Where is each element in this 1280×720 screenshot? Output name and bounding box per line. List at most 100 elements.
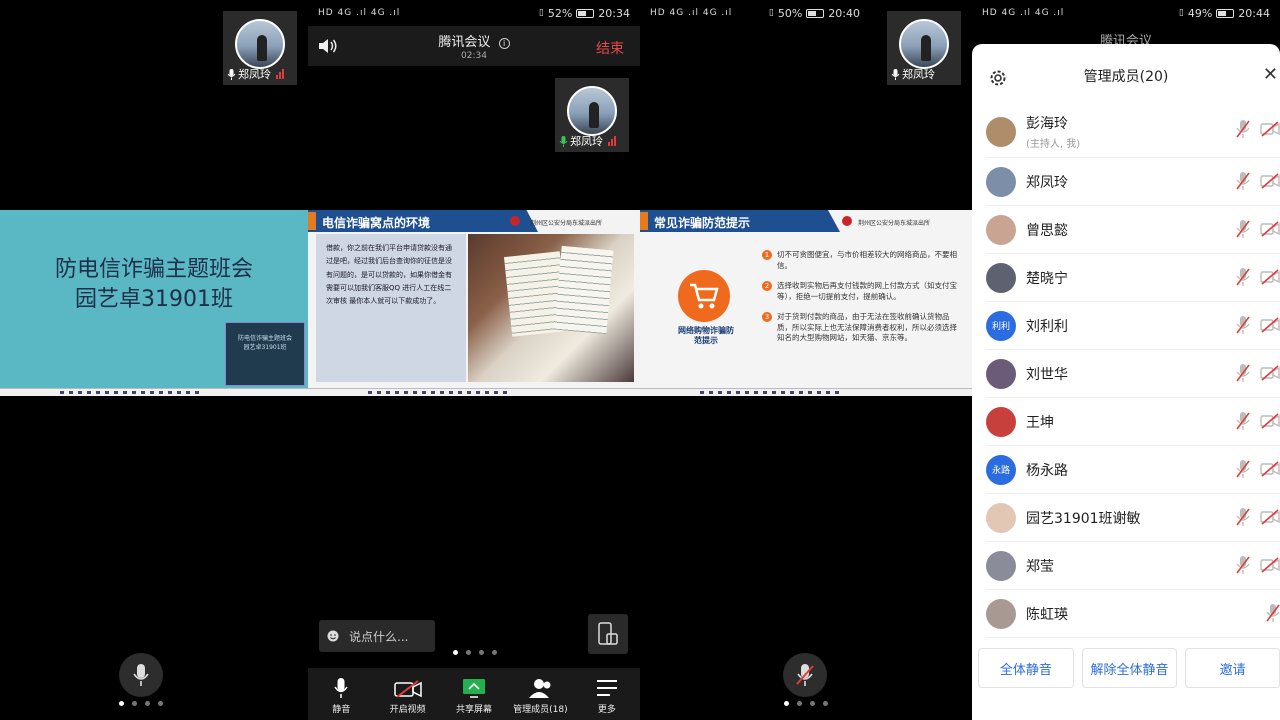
avatar [986, 214, 1016, 245]
mic-muted-icon [796, 664, 814, 686]
member-name: 王坤 [1026, 414, 1054, 431]
member-row[interactable]: 刘世华 [986, 350, 1280, 398]
signal-icon [276, 69, 284, 79]
member-video-toggle[interactable] [1260, 173, 1280, 193]
shared-screen: 电信诈骗窝点的环境 荆州区公安分局东城派出所 借款，你之前在我们平台申请贷款没有… [308, 210, 640, 396]
close-icon: ✕ [1262, 64, 1278, 85]
member-video-toggle[interactable] [1260, 461, 1280, 481]
avatar [567, 86, 617, 136]
member-mic-toggle[interactable] [1236, 316, 1250, 338]
member-video-toggle[interactable] [1260, 121, 1280, 141]
meeting-title-button[interactable]: 腾讯会议 i [308, 31, 640, 50]
member-row[interactable]: 陈虹瑛 [986, 590, 1280, 638]
member-row[interactable]: 楚晓宁 [986, 254, 1280, 302]
page-indicator [119, 701, 163, 706]
invite-button[interactable]: 邀请 [1185, 648, 1280, 688]
mic-muted-icon [1236, 316, 1250, 334]
slide-photo-text: 借款，你之前在我们平台申请贷款没有通过是吧，经过我们后台查询你的征信是没有问题的… [316, 234, 466, 382]
mic-icon [133, 664, 149, 686]
video-thumbnail[interactable]: 郑凤玲 [223, 11, 297, 85]
video-off-icon [1260, 413, 1280, 429]
member-name: 刘利利 [1026, 318, 1068, 335]
member-video-toggle[interactable] [1260, 269, 1280, 289]
toolbar-video-button[interactable]: 开启视频 [374, 668, 440, 720]
video-thumbnail[interactable]: 郑凤玲 [555, 78, 629, 152]
member-mic-toggle[interactable] [1266, 604, 1280, 626]
member-video-toggle[interactable] [1260, 365, 1280, 385]
member-name: 曾思懿 [1026, 222, 1068, 239]
info-icon: i [498, 38, 510, 49]
member-row[interactable]: 彭海玲 (主持人, 我) [986, 106, 1280, 158]
member-mic-toggle[interactable] [1236, 120, 1250, 142]
member-name: 彭海玲 [1026, 116, 1068, 132]
member-row[interactable]: 曾思懿 [986, 206, 1280, 254]
mute-all-button[interactable]: 全体静音 [978, 648, 1074, 688]
page-indicator [784, 701, 828, 706]
member-row[interactable]: 王坤 [986, 398, 1280, 446]
toolbar-more-button[interactable]: 更多 [574, 668, 640, 720]
member-mic-toggle[interactable] [1236, 412, 1250, 434]
members-icon [529, 679, 551, 698]
video-off-icon [1260, 365, 1280, 381]
member-name: 园艺31901班谢敏 [1026, 510, 1141, 527]
meeting-timer: 02:34 [461, 51, 487, 61]
toolbar-members-button[interactable]: 管理成员(18) [507, 668, 573, 720]
member-name: 楚晓宁 [1026, 270, 1068, 287]
presenter-preview: 防电信诈骗主题班会 园艺卓31901班 [225, 322, 305, 386]
member-mic-toggle[interactable] [1236, 364, 1250, 386]
member-video-toggle[interactable] [1260, 413, 1280, 433]
member-video-toggle[interactable] [1260, 317, 1280, 337]
chat-input[interactable]: 说点什么... [319, 620, 435, 652]
avatar [986, 166, 1016, 197]
unmute-all-button[interactable]: 解除全体静音 [1081, 648, 1178, 688]
clock: 20:34 [598, 6, 630, 20]
video-off-icon [1260, 221, 1280, 237]
police-badge-icon [510, 216, 520, 226]
video-off-icon [1260, 461, 1280, 477]
member-mic-toggle[interactable] [1236, 220, 1250, 242]
member-actions: 全体静音 解除全体静音 邀请 [978, 648, 1280, 688]
member-mic-toggle[interactable] [1236, 508, 1250, 530]
clock: 20:44 [1238, 6, 1270, 20]
member-row[interactable]: 郑莹 [986, 542, 1280, 590]
member-mic-toggle[interactable] [1236, 460, 1250, 482]
mic-muted-icon [1236, 508, 1250, 526]
member-management-drawer: 管理成员(20) ✕ 彭海玲 (主持人, 我) 郑凤玲 曾思懿 楚晓宁 利利 刘利利 刘世华王… [972, 44, 1280, 720]
toolbar-share-button[interactable]: 共享屏幕 [441, 668, 507, 720]
chat-placeholder: 说点什么... [349, 629, 409, 644]
mic-icon [334, 678, 348, 698]
close-button[interactable]: ✕ [1263, 64, 1278, 85]
end-meeting-button[interactable]: 结束 [596, 38, 624, 58]
taskbar [308, 388, 640, 396]
mic-muted-icon [1236, 268, 1250, 286]
taskbar [640, 388, 972, 396]
video-off-icon [1260, 317, 1280, 333]
tip-item: 1 切不可贪图便宜，与市价相差较大的网络商品，不要相信。 [762, 250, 962, 271]
member-video-toggle[interactable] [1260, 509, 1280, 529]
avatar [986, 262, 1016, 293]
mic-muted-icon [1236, 220, 1250, 238]
member-row[interactable]: 永路 杨永路 [986, 446, 1280, 494]
video-thumbnail[interactable]: 郑凤玲 [887, 11, 961, 85]
shared-screen: 防电信诈骗主题班会 园艺卓31901班 防电信诈骗主题班会 园艺卓31901班 [0, 210, 308, 396]
avatar [235, 19, 285, 69]
mute-button[interactable] [119, 653, 163, 697]
member-mic-toggle[interactable] [1236, 172, 1250, 194]
tip-item: 3 对于货到付款的商品，由于无法在签收前确认货物品质，所以实际上也无法保障消费者… [762, 312, 962, 344]
avatar [986, 550, 1016, 581]
member-mic-toggle[interactable] [1236, 268, 1250, 290]
avatar [986, 358, 1016, 389]
toolbar-mute-button[interactable]: 静音 [308, 668, 374, 720]
meeting-screen-1: 郑凤玲 防电信诈骗主题班会 园艺卓31901班 防电信诈骗主题班会 园艺卓319… [0, 0, 308, 720]
rotate-screen-button[interactable] [588, 614, 628, 654]
member-row[interactable]: 园艺31901班谢敏 [986, 494, 1280, 542]
member-row[interactable]: 利利 刘利利 [986, 302, 1280, 350]
member-row[interactable]: 郑凤玲 [986, 158, 1280, 206]
status-bar: HD 4G .ıl 4G .ıl ▯ 52% 20:34 [318, 6, 630, 20]
member-video-toggle[interactable] [1260, 221, 1280, 241]
member-mic-toggle[interactable] [1236, 556, 1250, 578]
member-video-toggle[interactable] [1260, 557, 1280, 577]
member-name: 刘世华 [1026, 366, 1068, 383]
mute-button[interactable] [783, 653, 827, 697]
member-name: 郑莹 [1026, 558, 1054, 575]
